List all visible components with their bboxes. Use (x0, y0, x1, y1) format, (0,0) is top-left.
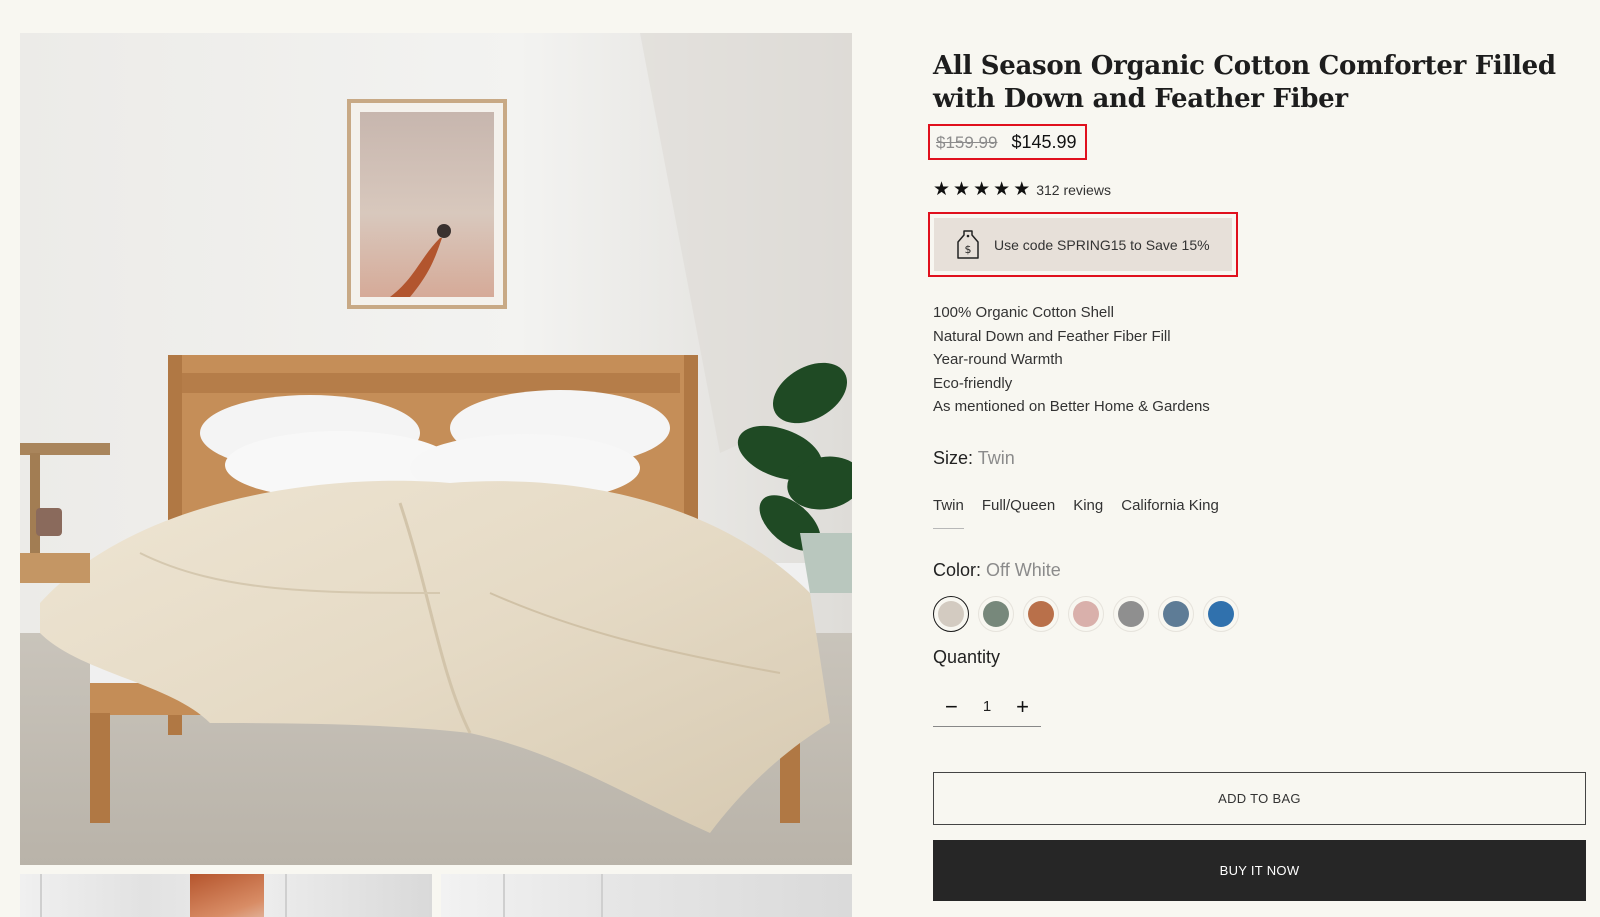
size-options: Twin Full/Queen King California King (933, 497, 1219, 529)
color-swatch-slate-blue[interactable] (1158, 596, 1194, 632)
price-tag-icon: $ (957, 229, 979, 259)
thumbnail-strip (20, 874, 852, 917)
thumbnail-artwork (190, 874, 264, 917)
thumbnail-edge (601, 874, 603, 917)
color-swatches (933, 596, 1239, 632)
feature-list: 100% Organic Cotton Shell Natural Down a… (933, 301, 1210, 419)
feature-item: 100% Organic Cotton Shell (933, 304, 1114, 321)
product-title: All Season Organic Cotton Comforter Fill… (933, 51, 1556, 114)
color-label: Color: Off White (933, 560, 1061, 581)
star-icon: ★ (953, 179, 971, 200)
star-icon: ★ (933, 179, 951, 200)
promo-text: Use code SPRING15 to Save 15% (994, 236, 1210, 253)
quantity-increase-button[interactable]: + (1016, 695, 1029, 717)
size-label-text: Size: (933, 448, 974, 468)
add-to-bag-button[interactable]: ADD TO BAG (933, 772, 1586, 825)
feature-item: Eco-friendly (933, 374, 1013, 392)
size-selected-value: Twin (977, 448, 1015, 468)
bedroom-photo (20, 33, 852, 865)
size-option-full-queen[interactable]: Full/Queen (982, 497, 1055, 529)
size-option-king[interactable]: King (1073, 497, 1103, 529)
thumbnail-edge (285, 874, 287, 917)
feature-item: Year-round Warmth (933, 351, 1063, 368)
quantity-decrease-button[interactable]: − (945, 695, 958, 717)
original-price: $159.99 (936, 133, 998, 152)
promo-highlight: $ Use code SPRING15 to Save 15% (928, 212, 1238, 277)
star-icon: ★ (973, 179, 991, 200)
product-main-image[interactable] (20, 33, 852, 865)
sale-price: $145.99 (1011, 132, 1077, 152)
color-swatch-blue[interactable] (1203, 596, 1239, 632)
thumbnail-edge (503, 874, 505, 917)
rating[interactable]: ★ ★ ★ ★ ★ 312 reviews (933, 180, 1111, 200)
promo-banner: $ Use code SPRING15 to Save 15% (934, 218, 1232, 271)
star-icon: ★ (1013, 179, 1031, 200)
color-swatch-rust[interactable] (1023, 596, 1059, 632)
product-info: All Season Organic Cotton Comforter Fill… (928, 50, 1586, 901)
quantity-stepper: − 1 + (933, 687, 1041, 727)
quantity-value[interactable]: 1 (983, 698, 991, 715)
thumbnail-2[interactable] (441, 874, 852, 917)
reviews-link[interactable]: 312 reviews (1036, 182, 1111, 198)
quantity-label: Quantity (933, 647, 1001, 667)
color-swatch-sage[interactable] (978, 596, 1014, 632)
buy-it-now-button[interactable]: BUY IT NOW (933, 840, 1586, 901)
color-selected-value: Off White (986, 560, 1061, 580)
color-label-text: Color: (933, 560, 982, 580)
swatch-dot (1028, 601, 1054, 627)
svg-text:$: $ (965, 243, 972, 256)
star-icon: ★ (993, 179, 1011, 200)
color-swatch-blush[interactable] (1068, 596, 1104, 632)
swatch-dot (1208, 601, 1234, 627)
feature-item: Natural Down and Feather Fiber Fill (933, 327, 1171, 345)
size-option-california-king[interactable]: California King (1121, 497, 1219, 529)
color-swatch-gray[interactable] (1113, 596, 1149, 632)
swatch-dot (1118, 601, 1144, 627)
swatch-dot (1163, 601, 1189, 627)
thumbnail-edge (40, 874, 42, 917)
thumbnail-1[interactable] (20, 874, 432, 917)
color-swatch-off-white[interactable] (933, 596, 969, 632)
swatch-dot (938, 601, 964, 627)
swatch-dot (1073, 601, 1099, 627)
swatch-dot (983, 601, 1009, 627)
feature-item: As mentioned on Better Home & Gardens (933, 398, 1210, 415)
price-highlight: $159.99 $145.99 (928, 124, 1087, 160)
size-label: Size: Twin (933, 448, 1015, 469)
size-option-twin[interactable]: Twin (933, 497, 964, 529)
